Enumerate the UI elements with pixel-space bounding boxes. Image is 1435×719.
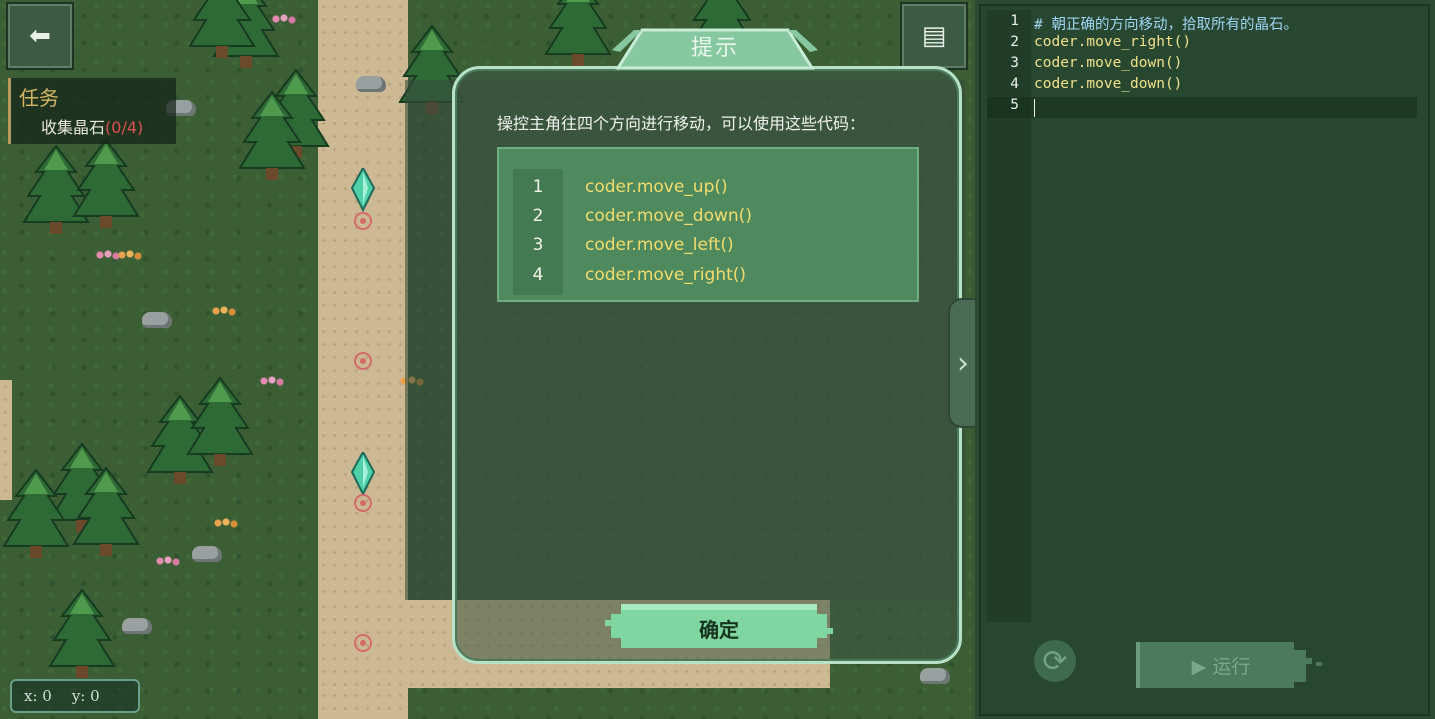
target-marker	[354, 634, 372, 652]
flower-patch	[272, 14, 296, 24]
hint-code-line: 4 coder.move_right()	[532, 265, 747, 285]
coordinate-readout: x: 0 y: 0	[10, 679, 140, 713]
crystal-gem	[350, 168, 376, 213]
target-marker	[354, 212, 372, 230]
flower-patch	[118, 250, 142, 260]
rock	[122, 618, 152, 634]
rock	[920, 668, 950, 684]
refresh-icon: ⟳	[1042, 643, 1068, 679]
expand-panel-button[interactable]: ›	[948, 298, 978, 428]
crystal-gem	[350, 452, 376, 497]
task-panel: 任务 收集晶石(0/4)	[8, 78, 176, 144]
hint-code-block: 1 coder.move_up() 2 coder.move_down() 3 cod…	[497, 147, 919, 302]
coord-x: x: 0	[24, 687, 52, 705]
target-marker	[354, 494, 372, 512]
confirm-label: 确定	[699, 618, 739, 642]
rock	[192, 546, 222, 562]
back-button[interactable]: ⬅	[6, 2, 74, 70]
chevron-right-icon: ›	[957, 345, 969, 381]
rock	[142, 312, 172, 328]
flower-patch	[214, 518, 238, 528]
flower-patch	[260, 376, 284, 386]
flower-patch	[212, 306, 236, 316]
task-title: 任务	[19, 86, 59, 110]
hint-code-line: 3 coder.move_left()	[532, 235, 734, 255]
task-item: 收集晶石(0/4)	[41, 118, 144, 137]
run-label: ▶ 运行	[1191, 656, 1251, 678]
coord-y: y: 0	[71, 687, 100, 705]
arrow-left-icon: ⬅	[29, 21, 51, 51]
text-caret	[1034, 99, 1035, 117]
reset-button[interactable]: ⟳	[1034, 640, 1076, 682]
document-icon: ▤	[921, 21, 947, 51]
task-count: (0/4)	[105, 118, 144, 137]
hint-description: 操控主角往四个方向进行移动，可以使用这些代码：	[497, 114, 866, 133]
document-button[interactable]: ▤	[900, 2, 968, 70]
rock	[356, 76, 386, 92]
editor-current-line	[987, 97, 1417, 118]
flower-patch	[156, 556, 180, 566]
hint-code-line: 1 coder.move_up()	[532, 177, 728, 197]
target-marker	[354, 352, 372, 370]
hint-code-line: 2 coder.move_down()	[532, 206, 752, 226]
flower-patch	[96, 250, 120, 260]
hint-title: 提示	[690, 36, 739, 61]
